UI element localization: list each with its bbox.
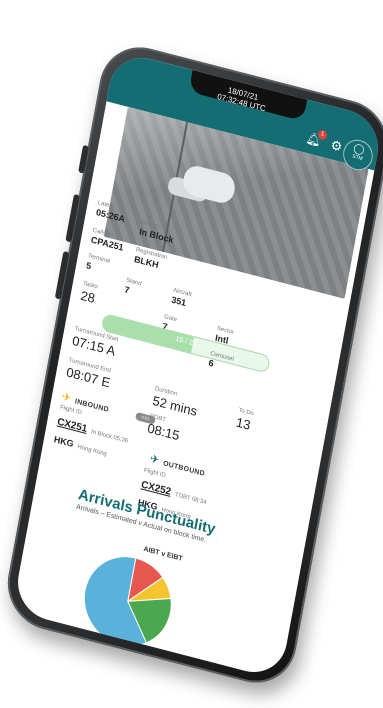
inbound-city-code: HKG [53,434,75,450]
aircraft-field: Aircraft 351 [170,288,193,310]
gear-icon: ⚙ [329,136,344,155]
task-progress-bar: 15 / 28 [100,312,271,374]
inbound-flight: Flight ID CX251 In Block 05:36 HKG Hong … [53,405,132,466]
app-screen: 18/07/21 07:32:48 UTC 🔔︎ 1 ⚙ ◯ STM Lates… [12,50,383,680]
todo-field: To Do 13 [235,408,254,434]
duration-field: Duration 52 mins [151,386,199,419]
pobt-field: POBT 08:15 [146,413,182,443]
aircraft-shape [181,163,238,206]
task-progress-text: 15 / 28 [174,335,198,348]
tasks-value: 28 [79,287,97,307]
tasks-field: Tasks 28 [79,281,98,306]
todo-value: 13 [234,414,252,433]
stand-field: Stand 7 [123,278,142,300]
inbound-plane-icon: ✈ [60,390,72,405]
notifications-button[interactable]: 🔔︎ 1 [305,129,328,148]
terminal-field: Terminal 5 [85,253,110,276]
inbound-city: Hong Kong [76,444,108,458]
turnaround-end-field: Turnaround End 08:07 E [65,357,113,390]
phone-mockup: 18/07/21 07:32:48 UTC 🔔︎ 1 ⚙ ◯ STM Lates… [0,37,383,693]
stage: 18/07/21 07:32:48 UTC 🔔︎ 1 ⚙ ◯ STM Lates… [0,0,383,708]
settings-button[interactable]: ⚙ [329,137,343,156]
outbound-plane-icon: ✈ [149,452,161,467]
